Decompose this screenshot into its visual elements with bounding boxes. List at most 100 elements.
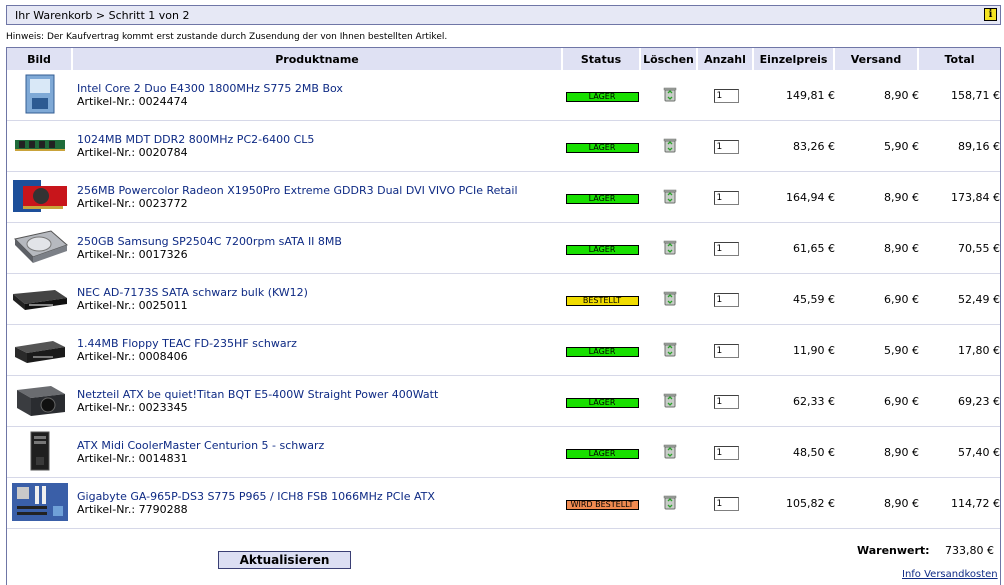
unit-price: 48,50 € xyxy=(754,427,835,478)
status-badge: LAGER xyxy=(565,142,639,153)
quantity-cell xyxy=(698,274,754,325)
table-row: ATX Midi CoolerMaster Centurion 5 - schw… xyxy=(7,427,1000,478)
status-badge: LAGER xyxy=(565,397,639,408)
delete-cell xyxy=(641,325,698,376)
pc-case-image[interactable] xyxy=(11,431,69,474)
quantity-cell xyxy=(698,376,754,427)
product-name-cell: Netzteil ATX be quiet!Titan BQT E5-400W … xyxy=(73,376,563,427)
quantity-input[interactable] xyxy=(713,343,739,358)
col-header-unit-price: Einzelpreis xyxy=(754,48,835,70)
shipping-cost: 8,90 € xyxy=(835,478,919,529)
product-image-cell xyxy=(7,427,73,478)
shipping-cost: 5,90 € xyxy=(835,121,919,172)
cart-table-container: Bild Produktname Status Löschen Anzahl E… xyxy=(6,47,1001,585)
status-cell: LAGER xyxy=(563,376,641,427)
cpu-box-image[interactable] xyxy=(11,74,69,117)
floppy-drive-image[interactable] xyxy=(11,340,69,372)
line-total: 69,23 € xyxy=(919,376,1000,427)
quantity-cell xyxy=(698,223,754,274)
quantity-input[interactable] xyxy=(713,445,739,460)
article-number: Artikel-Nr.: 0008406 xyxy=(77,350,188,363)
status-cell: LAGER xyxy=(563,70,641,121)
trash-icon[interactable] xyxy=(662,138,678,156)
product-link[interactable]: 1024MB MDT DDR2 800MHz PC2-6400 CL5 xyxy=(77,133,563,146)
product-link[interactable]: 256MB Powercolor Radeon X1950Pro Extreme… xyxy=(77,184,563,197)
trash-icon[interactable] xyxy=(662,87,678,105)
ram-module-image[interactable] xyxy=(11,139,69,168)
article-number: Artikel-Nr.: 0025011 xyxy=(77,299,188,312)
shipping-info-link[interactable]: Info Versandkosten xyxy=(902,569,998,580)
unit-price: 62,33 € xyxy=(754,376,835,427)
trash-icon[interactable] xyxy=(662,444,678,462)
quantity-input[interactable] xyxy=(713,241,739,256)
status-cell: WIRD BESTELLT xyxy=(563,478,641,529)
trash-icon[interactable] xyxy=(662,393,678,411)
status-badge: LAGER xyxy=(565,244,639,255)
product-name-cell: ATX Midi CoolerMaster Centurion 5 - schw… xyxy=(73,427,563,478)
article-number: Artikel-Nr.: 0024474 xyxy=(77,95,188,108)
shipping-cost: 8,90 € xyxy=(835,70,919,121)
table-header-row: Bild Produktname Status Löschen Anzahl E… xyxy=(7,48,1000,70)
trash-icon[interactable] xyxy=(662,342,678,360)
unit-price: 149,81 € xyxy=(754,70,835,121)
breadcrumb: Ihr Warenkorb > Schritt 1 von 2 xyxy=(15,9,190,22)
col-header-status: Status xyxy=(563,48,641,70)
quantity-input[interactable] xyxy=(713,88,739,103)
table-row: Intel Core 2 Duo E4300 1800MHz S775 2MB … xyxy=(7,70,1000,121)
info-icon[interactable]: i xyxy=(984,8,997,21)
product-link[interactable]: NEC AD-7173S SATA schwarz bulk (KW12) xyxy=(77,286,563,299)
unit-price: 164,94 € xyxy=(754,172,835,223)
article-number: Artikel-Nr.: 0017326 xyxy=(77,248,188,261)
product-link[interactable]: 1.44MB Floppy TEAC FD-235HF schwarz xyxy=(77,337,563,350)
unit-price: 11,90 € xyxy=(754,325,835,376)
quantity-input[interactable] xyxy=(713,190,739,205)
status-badge: LAGER xyxy=(565,448,639,459)
product-link[interactable]: 250GB Samsung SP2504C 7200rpm sATA II 8M… xyxy=(77,235,563,248)
quantity-input[interactable] xyxy=(713,292,739,307)
table-row: Gigabyte GA-965P-DS3 S775 P965 / ICH8 FS… xyxy=(7,478,1000,529)
quantity-input[interactable] xyxy=(713,496,739,511)
update-button[interactable]: Aktualisieren xyxy=(218,551,351,569)
contract-hint: Hinweis: Der Kaufvertrag kommt erst zust… xyxy=(6,32,448,42)
product-link[interactable]: Intel Core 2 Duo E4300 1800MHz S775 2MB … xyxy=(77,82,563,95)
quantity-cell xyxy=(698,427,754,478)
trash-icon[interactable] xyxy=(662,189,678,207)
col-header-delete: Löschen xyxy=(641,48,698,70)
unit-price: 45,59 € xyxy=(754,274,835,325)
article-number: Artikel-Nr.: 0023345 xyxy=(77,401,188,414)
trash-icon[interactable] xyxy=(662,291,678,309)
optical-drive-image[interactable] xyxy=(11,289,69,321)
status-cell: LAGER xyxy=(563,223,641,274)
quantity-cell xyxy=(698,478,754,529)
product-name-cell: 256MB Powercolor Radeon X1950Pro Extreme… xyxy=(73,172,563,223)
line-total: 173,84 € xyxy=(919,172,1000,223)
delete-cell xyxy=(641,478,698,529)
table-row: 256MB Powercolor Radeon X1950Pro Extreme… xyxy=(7,172,1000,223)
table-row: 250GB Samsung SP2504C 7200rpm sATA II 8M… xyxy=(7,223,1000,274)
product-link[interactable]: Netzteil ATX be quiet!Titan BQT E5-400W … xyxy=(77,388,563,401)
quantity-cell xyxy=(698,325,754,376)
product-link[interactable]: ATX Midi CoolerMaster Centurion 5 - schw… xyxy=(77,439,563,452)
product-link[interactable]: Gigabyte GA-965P-DS3 S775 P965 / ICH8 FS… xyxy=(77,490,563,503)
trash-icon[interactable] xyxy=(662,495,678,513)
product-image-cell xyxy=(7,376,73,427)
quantity-cell xyxy=(698,70,754,121)
product-image-cell xyxy=(7,223,73,274)
col-header-quantity: Anzahl xyxy=(698,48,754,70)
power-supply-image[interactable] xyxy=(11,385,69,423)
graphics-card-image[interactable] xyxy=(11,179,69,219)
shipping-cost: 8,90 € xyxy=(835,427,919,478)
delete-cell xyxy=(641,376,698,427)
line-total: 17,80 € xyxy=(919,325,1000,376)
trash-icon[interactable] xyxy=(662,240,678,258)
status-cell: BESTELLT xyxy=(563,274,641,325)
quantity-input[interactable] xyxy=(713,139,739,154)
status-cell: LAGER xyxy=(563,121,641,172)
mainboard-image[interactable] xyxy=(11,482,69,525)
col-header-product: Produktname xyxy=(73,48,563,70)
status-cell: LAGER xyxy=(563,172,641,223)
article-number: Artikel-Nr.: 7790288 xyxy=(77,503,188,516)
hard-disk-image[interactable] xyxy=(11,229,69,270)
quantity-input[interactable] xyxy=(713,394,739,409)
product-name-cell: Gigabyte GA-965P-DS3 S775 P965 / ICH8 FS… xyxy=(73,478,563,529)
